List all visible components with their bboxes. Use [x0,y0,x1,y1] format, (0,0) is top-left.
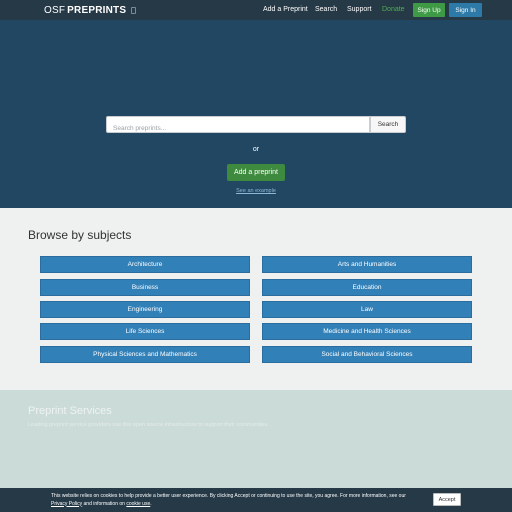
subject-business[interactable]: Business [40,279,250,296]
cookie-text-after: . [150,500,152,507]
search-input[interactable] [107,121,369,136]
nav-add-preprint[interactable]: Add a Preprint [263,6,308,13]
dropdown-toggle-icon[interactable] [131,6,137,14]
subject-medicine-and-health-sciences[interactable]: Medicine and Health Sciences [262,323,472,340]
sign-in-button[interactable]: Sign In [449,3,482,17]
see-example-link[interactable]: See an example [0,188,512,194]
cookie-use-link[interactable]: cookie use [126,501,150,507]
subject-physical-sciences-and-mathematics[interactable]: Physical Sciences and Mathematics [40,346,250,363]
nav-search[interactable]: Search [315,6,337,13]
subject-law[interactable]: Law [262,301,472,318]
brand-osf-text: OSF [44,4,66,16]
search-field[interactable] [106,116,370,136]
search-button[interactable]: Search [370,116,406,133]
sign-up-button[interactable]: Sign Up [413,3,445,17]
accept-cookies-button[interactable]: Accept [433,493,461,506]
brand-logo[interactable]: OSF PREPRINTS [44,4,137,16]
subjects-heading: Browse by subjects [28,228,132,242]
subject-life-sciences[interactable]: Life Sciences [40,323,250,340]
subject-arts-and-humanities[interactable]: Arts and Humanities [262,256,472,273]
subject-architecture[interactable]: Architecture [40,256,250,273]
cookie-message: This website relies on cookies to help p… [51,493,411,508]
cookie-text-middle: and information on [82,500,127,507]
subject-social-and-behavioral-sciences[interactable]: Social and Behavioral Sciences [262,346,472,363]
subject-engineering[interactable]: Engineering [40,301,250,318]
subject-education[interactable]: Education [262,279,472,296]
nav-support[interactable]: Support [347,6,372,13]
privacy-policy-link[interactable]: Privacy Policy [51,501,82,507]
nav-donate[interactable]: Donate [382,6,405,13]
services-heading: Preprint Services [28,405,112,417]
add-preprint-button[interactable]: Add a preprint [227,164,285,181]
services-description: Leading preprint service providers use t… [28,422,269,428]
or-separator: or [252,146,260,153]
brand-preprints-text: PREPRINTS [67,4,127,16]
cookie-text-before: This website relies on cookies to help p… [51,493,406,499]
